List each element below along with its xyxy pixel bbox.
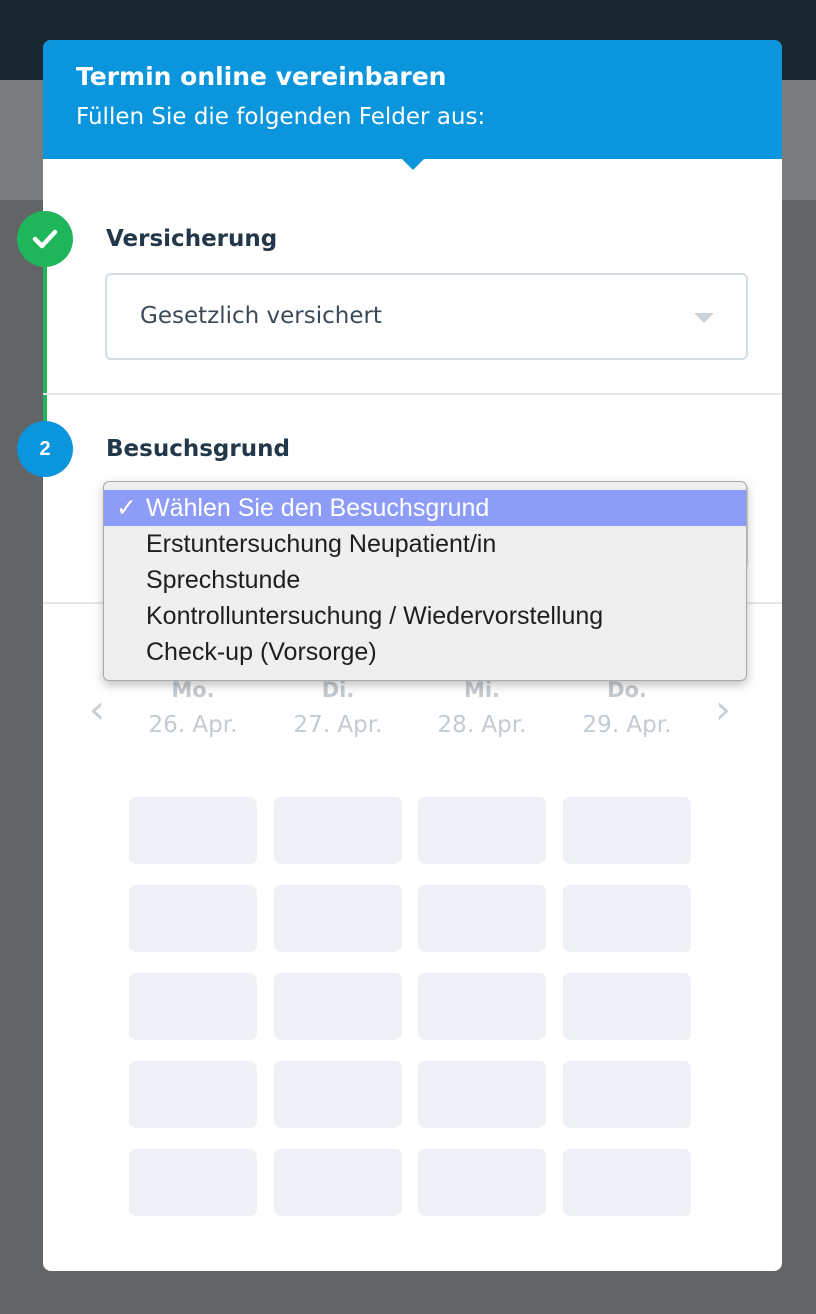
time-slot-placeholder [274, 885, 402, 952]
visit-reason-label: Besuchsgrund [106, 436, 290, 462]
visit-reason-option[interactable]: Sprechstunde [104, 562, 746, 598]
calendar-day-column: Do. 29. Apr. [563, 676, 691, 742]
time-slot-placeholder [418, 1061, 546, 1128]
modal-header: Termin online vereinbaren Füllen Sie die… [43, 40, 782, 170]
time-slot-placeholder [418, 885, 546, 952]
checkmark-icon [32, 229, 58, 249]
time-slot-placeholder [274, 973, 402, 1040]
time-slot-placeholder [418, 1149, 546, 1216]
insurance-label: Versicherung [106, 226, 278, 252]
visit-reason-option[interactable]: Check-up (Vorsorge) [104, 634, 746, 670]
time-slot-placeholder [129, 1061, 257, 1128]
time-slot-placeholder [129, 973, 257, 1040]
insurance-select[interactable]: Gesetzlich versichert [105, 273, 748, 360]
visit-reason-option[interactable]: Erstuntersuchung Neupatient/in [104, 526, 746, 562]
time-slot-placeholder [563, 797, 691, 864]
section-divider [43, 393, 782, 395]
header-caret [401, 158, 425, 170]
time-slot-placeholder [418, 797, 546, 864]
insurance-select-value: Gesetzlich versichert [140, 303, 382, 329]
time-slot-placeholder [274, 1149, 402, 1216]
time-slot-placeholder [563, 973, 691, 1040]
chevron-right-icon[interactable]: › [703, 690, 743, 730]
calendar-day-column: Mi. 28. Apr. [418, 676, 546, 742]
visit-reason-dropdown[interactable]: ✓ Wählen Sie den Besuchsgrund Erstunters… [103, 481, 747, 681]
visit-reason-option[interactable]: ✓ Wählen Sie den Besuchsgrund [104, 490, 746, 526]
time-slot-placeholder [129, 1149, 257, 1216]
modal-title: Termin online vereinbaren [76, 62, 447, 91]
time-slot-placeholder [274, 797, 402, 864]
visit-reason-option[interactable]: Kontrolluntersuchung / Wiedervorstellung [104, 598, 746, 634]
date-label: 26. Apr. [148, 712, 238, 738]
date-label: 27. Apr. [293, 712, 383, 738]
calendar-day-column: Di. 27. Apr. [274, 676, 402, 742]
time-slot-placeholder [129, 885, 257, 952]
step-1-done-badge [17, 211, 73, 267]
modal-subtitle: Füllen Sie die folgenden Felder aus: [76, 104, 486, 130]
time-slot-placeholder [563, 1061, 691, 1128]
chevron-left-icon[interactable]: ‹ [77, 690, 117, 730]
time-slot-placeholder [563, 1149, 691, 1216]
time-slot-placeholder [129, 797, 257, 864]
time-slot-placeholder [274, 1061, 402, 1128]
date-label: 29. Apr. [582, 712, 672, 738]
time-slot-placeholder [563, 885, 691, 952]
time-slot-placeholder [418, 973, 546, 1040]
dropdown-arrow-icon [694, 313, 714, 323]
date-label: 28. Apr. [437, 712, 527, 738]
selected-check-icon: ✓ [116, 494, 137, 522]
step-progress-line [43, 240, 47, 450]
step-2-badge: 2 [17, 421, 73, 477]
calendar-day-column: Mo. 26. Apr. [129, 676, 257, 742]
